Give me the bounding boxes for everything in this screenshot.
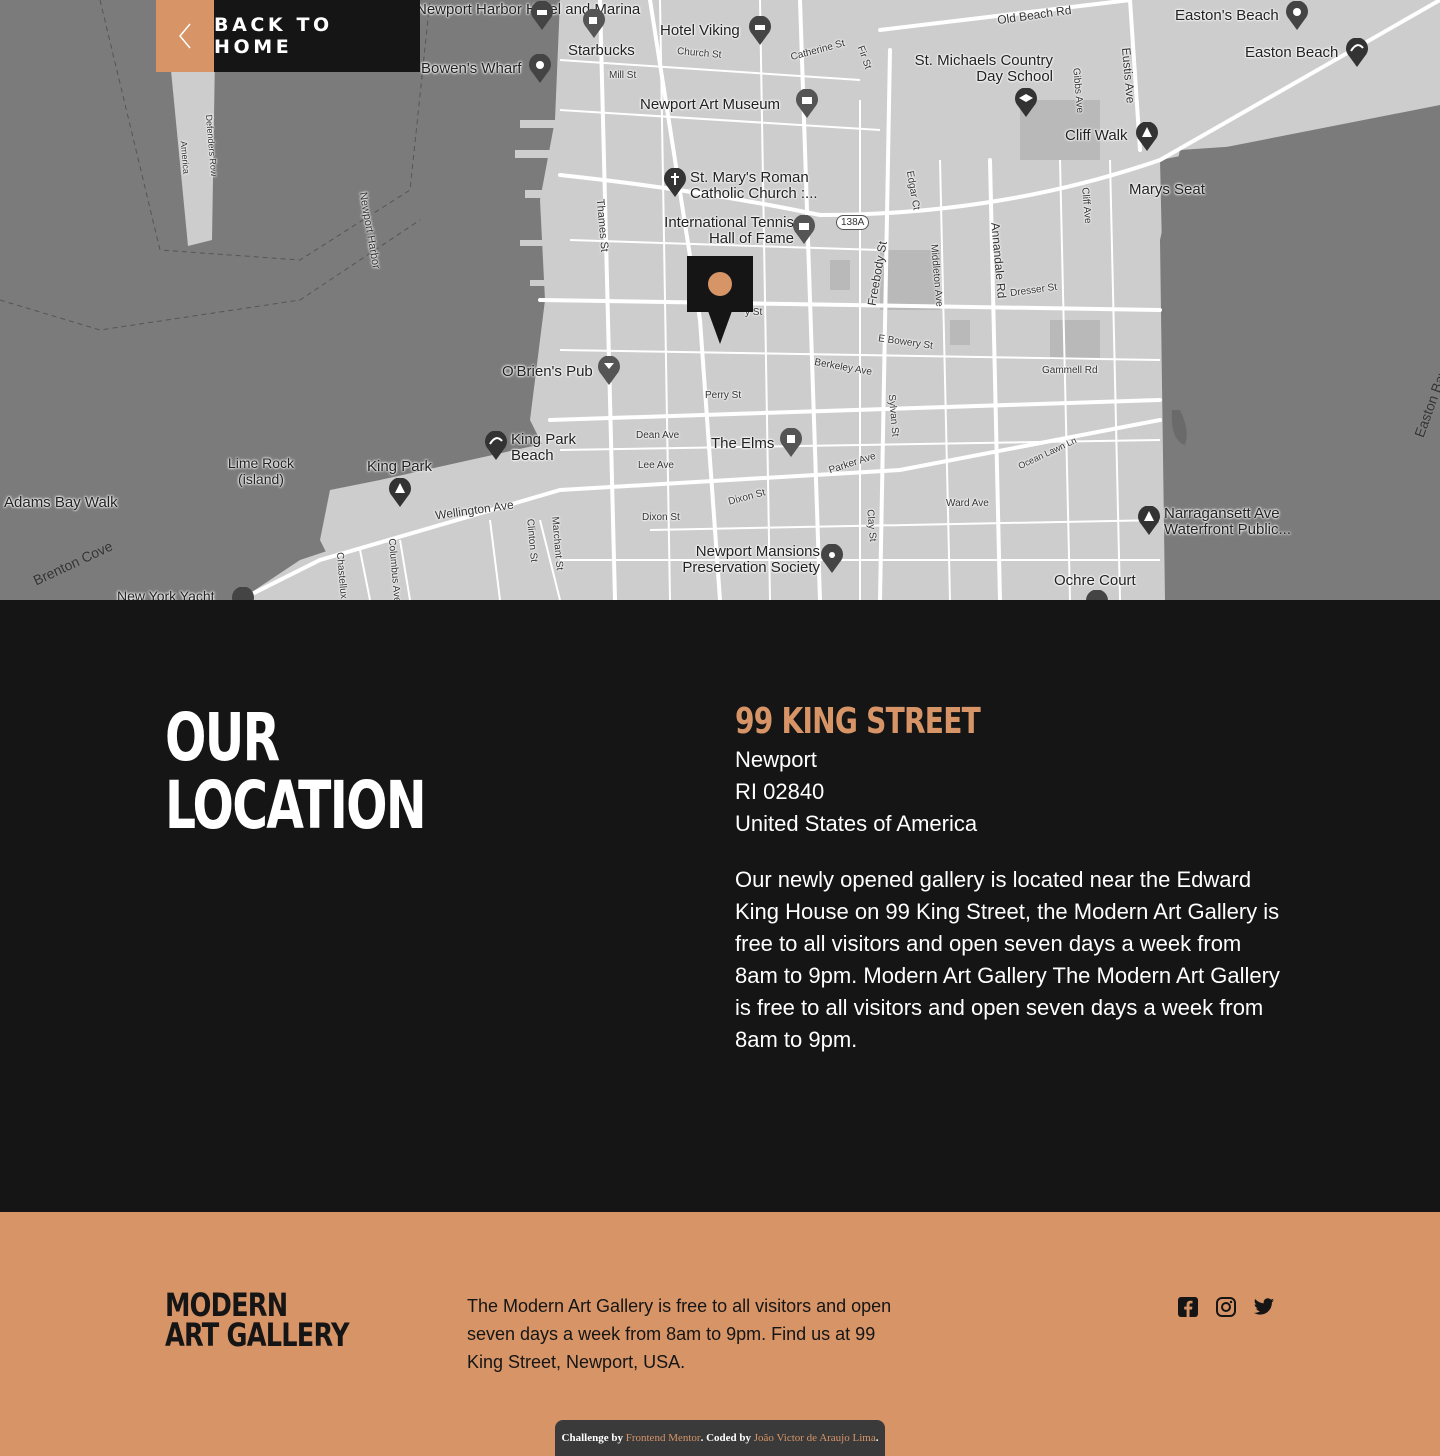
place-pin-icon[interactable]	[1085, 590, 1109, 600]
frontend-mentor-link[interactable]: Frontend Mentor	[626, 1432, 701, 1444]
park-pin-icon[interactable]	[1137, 506, 1161, 536]
country: United States of America	[735, 811, 978, 836]
map-label: New York Yacht	[117, 588, 215, 600]
site-logo[interactable]: MODERN ART GALLERY	[165, 1289, 350, 1354]
map-label: Dean Ave	[636, 430, 680, 441]
map-label: King Park Beach	[511, 431, 577, 464]
location-map[interactable]: Newport Harbor Hotel and Marina Starbuck…	[0, 0, 1440, 600]
map-label: Cliff Walk	[1065, 127, 1128, 144]
map-label: Marys Seat	[1129, 181, 1205, 198]
church-pin-icon[interactable]	[663, 168, 687, 198]
map-label: Perry St	[705, 390, 742, 401]
map-label: Lee Ave	[638, 460, 674, 471]
museum-pin-icon[interactable]	[795, 89, 819, 119]
attribution: Challenge by Frontend Mentor. Coded by J…	[555, 1420, 885, 1456]
map-label: Ward Ave	[946, 498, 989, 509]
title-line: OUR	[165, 699, 280, 776]
instagram-icon[interactable]	[1215, 1296, 1237, 1318]
map-label: Newport Mansions Preservation Society	[682, 543, 820, 576]
twitter-icon[interactable]	[1253, 1296, 1275, 1318]
city: Newport	[735, 747, 817, 772]
beach-pin-icon[interactable]	[484, 431, 508, 461]
school-pin-icon[interactable]	[1014, 88, 1038, 118]
map-label: Dixon St	[642, 512, 680, 523]
beach-pin-icon[interactable]	[1345, 38, 1369, 68]
chevron-left-icon[interactable]	[156, 0, 214, 72]
landmark-pin-icon[interactable]	[779, 428, 803, 458]
street-address: 99 KING STREET	[735, 701, 981, 742]
map-label: Lime Rock (island)	[227, 455, 295, 487]
social-links	[1177, 1296, 1275, 1318]
page-title: OUR LOCATION	[165, 699, 427, 844]
map-label: Newport Art Museum	[640, 96, 781, 113]
bar-pin-icon[interactable]	[597, 356, 621, 386]
map-label: Easton Beach	[1245, 44, 1339, 61]
map-label: Narragansett Ave Waterfront Public...	[1164, 505, 1291, 538]
map-label: Bowen's Wharf	[421, 60, 522, 77]
logo-line: ART GALLERY	[165, 1316, 350, 1354]
map-label: Mill St	[609, 70, 637, 81]
map-label: International Tennis Hall of Fame	[664, 214, 794, 247]
map-label: Eustis Ave	[1118, 47, 1138, 104]
hotel-pin-icon[interactable]	[530, 1, 554, 31]
map-label: The Elms	[711, 435, 775, 452]
state-zip: RI 02840	[735, 779, 825, 804]
map-label: Newport Harbor Hotel and Marina	[416, 1, 641, 18]
museum-pin-icon[interactable]	[792, 215, 816, 245]
map-label: Starbucks	[568, 42, 635, 59]
map-label: Hotel Viking	[660, 22, 740, 39]
footer-description: The Modern Art Gallery is free to all vi…	[467, 1296, 892, 1372]
attribution-suffix: .	[875, 1432, 879, 1444]
map-label: Ochre Court	[1054, 572, 1136, 589]
cafe-pin-icon[interactable]	[582, 9, 606, 39]
attribution-mid: . Coded by	[700, 1432, 752, 1444]
camera-pin-icon[interactable]	[528, 54, 552, 84]
park-pin-icon[interactable]	[388, 478, 412, 508]
facebook-icon[interactable]	[1177, 1296, 1199, 1318]
back-to-home-button[interactable]: BACK TO HOME	[156, 0, 420, 72]
map-label: O'Brien's Pub	[502, 363, 593, 380]
map-label: King Park	[367, 458, 433, 475]
title-line: LOCATION	[165, 767, 427, 844]
author-link[interactable]: João Victor de Araujo Lima	[754, 1432, 876, 1444]
attribution-prefix: Challenge by	[561, 1432, 623, 1444]
gallery-location-marker-icon[interactable]	[687, 256, 753, 346]
map-label: Easton's Beach	[1175, 7, 1279, 24]
map-label: St. Mary's Roman Catholic Church :...	[690, 169, 818, 202]
location-section: OUR LOCATION 99 KING STREET Newport RI 0…	[0, 600, 1440, 1212]
place-pin-icon[interactable]	[820, 544, 844, 574]
location-description: Our newly opened gallery is located near…	[735, 867, 1280, 1052]
back-to-home-label[interactable]: BACK TO HOME	[214, 0, 420, 72]
address-block: 99 KING STREET Newport RI 02840 United S…	[735, 700, 1280, 1056]
map-label: Gammell Rd	[1042, 365, 1098, 376]
footer: MODERN ART GALLERY The Modern Art Galler…	[0, 1212, 1440, 1456]
route-shield: 138A	[836, 215, 870, 230]
hotel-pin-icon[interactable]	[748, 16, 772, 46]
camera-pin-icon[interactable]	[1285, 1, 1309, 31]
map-label: Adams Bay Walk	[4, 494, 118, 511]
place-pin-icon[interactable]	[231, 587, 255, 600]
map-label: St. Michaels Country Day School	[914, 52, 1053, 85]
park-pin-icon[interactable]	[1135, 122, 1159, 152]
